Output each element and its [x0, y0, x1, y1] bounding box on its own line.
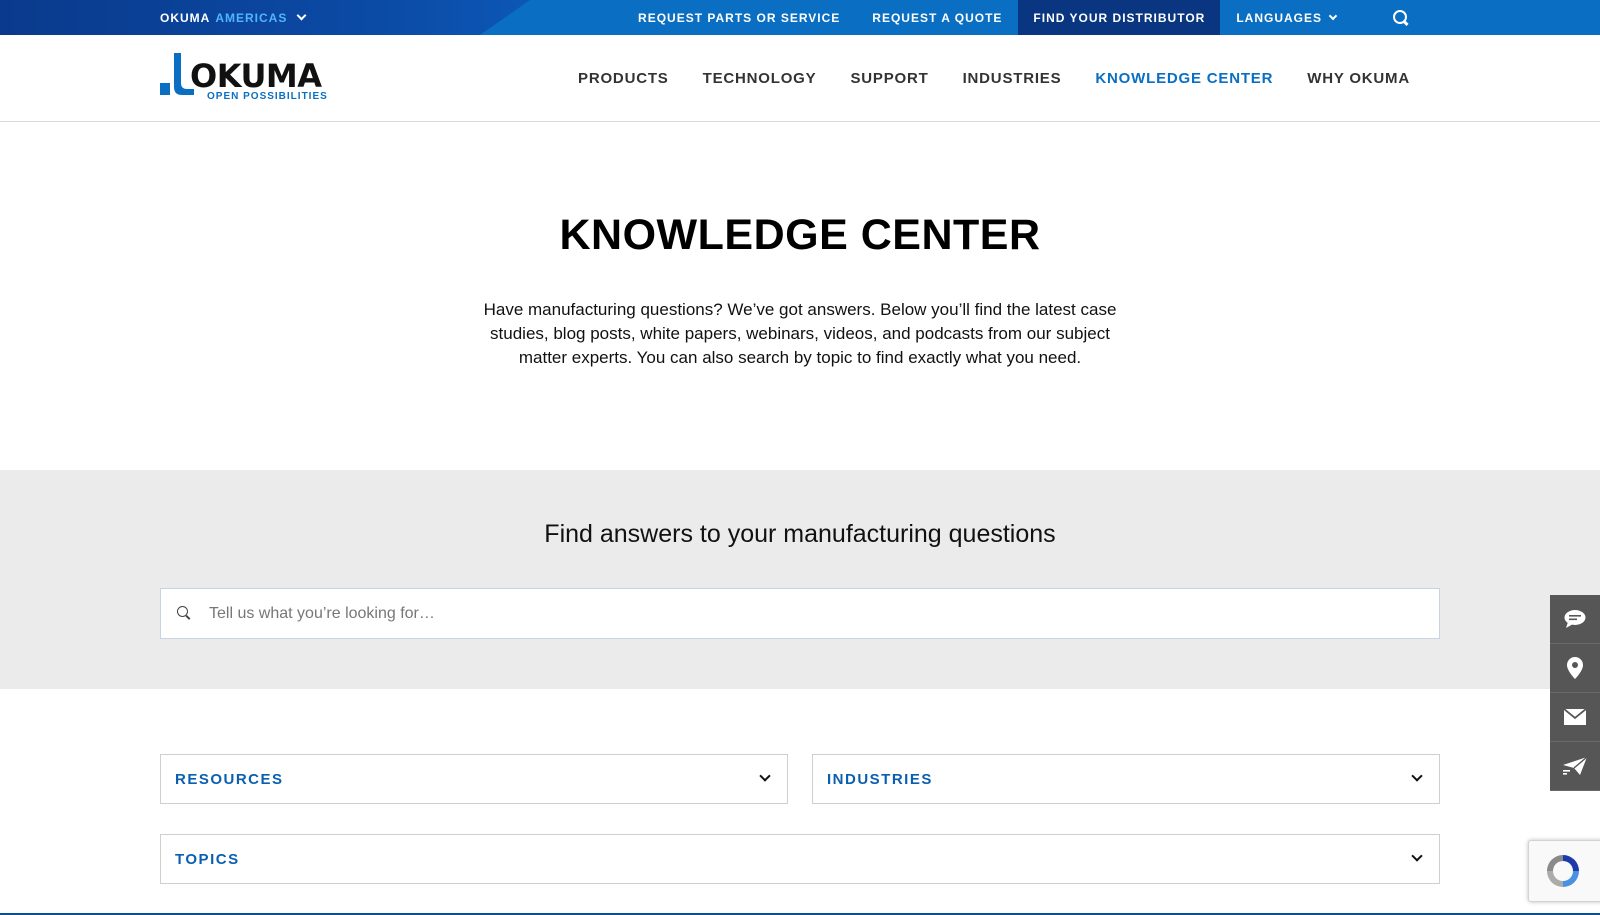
languages-label: LANGUAGES	[1236, 10, 1322, 25]
email-button[interactable]	[1550, 693, 1600, 742]
topics-filter-dropdown[interactable]: TOPICS	[160, 834, 1440, 884]
chevron-down-icon	[296, 10, 307, 21]
utility-links: REQUEST PARTS OR SERVICE REQUEST A QUOTE…	[622, 0, 1600, 35]
location-button[interactable]	[1550, 644, 1600, 693]
search-icon	[1393, 9, 1409, 26]
okuma-logo-mark-icon	[160, 53, 194, 95]
chat-button[interactable]	[1550, 595, 1600, 644]
nav-knowledge-center[interactable]: KNOWLEDGE CENTER	[1095, 70, 1273, 87]
floating-contact-bar	[1550, 595, 1600, 791]
industries-filter-label: INDUSTRIES	[827, 770, 933, 788]
page-title: KNOWLEDGE CENTER	[559, 211, 1041, 259]
nav-support[interactable]: SUPPORT	[850, 70, 928, 87]
nav-why-okuma[interactable]: WHY OKUMA	[1307, 70, 1410, 87]
chevron-down-icon	[1411, 770, 1423, 782]
site-search-button[interactable]	[1366, 0, 1436, 35]
search-heading: Find answers to your manufacturing quest…	[544, 520, 1056, 548]
chat-icon	[1564, 610, 1586, 628]
region-selector[interactable]: OKUMA AMERICAS	[160, 0, 307, 35]
knowledge-search-input[interactable]	[207, 589, 1439, 638]
languages-dropdown[interactable]: LANGUAGES	[1220, 0, 1352, 35]
region-brand: OKUMA	[160, 10, 211, 25]
utility-bar: OKUMA AMERICAS REQUEST PARTS OR SERVICE …	[0, 0, 1600, 35]
logo-wordmark: OKUMA	[190, 57, 322, 95]
main-nav: PRODUCTS TECHNOLOGY SUPPORT INDUSTRIES K…	[578, 35, 1410, 122]
logo-tagline: OPEN POSSIBILITIES	[207, 91, 328, 102]
chevron-down-icon	[1411, 850, 1423, 862]
search-icon	[176, 606, 192, 621]
recaptcha-icon	[1547, 855, 1579, 887]
request-parts-label: REQUEST PARTS OR SERVICE	[638, 10, 841, 25]
chevron-down-icon	[759, 770, 771, 782]
okuma-logo[interactable]: OKUMA OPEN POSSIBILITIES	[160, 53, 350, 103]
resources-filter-label: RESOURCES	[175, 770, 284, 788]
send-button[interactable]	[1550, 742, 1600, 791]
chevron-down-icon	[1328, 11, 1338, 20]
search-section: Find answers to your manufacturing quest…	[0, 470, 1600, 689]
request-parts-link[interactable]: REQUEST PARTS OR SERVICE	[622, 0, 856, 35]
resources-filter-dropdown[interactable]: RESOURCES	[160, 754, 788, 804]
hero-description: Have manufacturing questions? We’ve got …	[483, 300, 1117, 367]
request-quote-link[interactable]: REQUEST A QUOTE	[856, 0, 1018, 35]
recaptcha-badge[interactable]	[1528, 840, 1600, 902]
mail-icon	[1564, 709, 1586, 725]
find-distributor-label: FIND YOUR DISTRIBUTOR	[1033, 10, 1206, 25]
nav-industries[interactable]: INDUSTRIES	[963, 70, 1062, 87]
topics-filter-label: TOPICS	[175, 850, 240, 868]
region-name: AMERICAS	[215, 10, 288, 25]
nav-products[interactable]: PRODUCTS	[578, 70, 669, 87]
search-submit-button[interactable]	[161, 589, 207, 638]
location-pin-icon	[1567, 657, 1583, 679]
main-header: OKUMA OPEN POSSIBILITIES PRODUCTS TECHNO…	[0, 35, 1600, 122]
industries-filter-dropdown[interactable]: INDUSTRIES	[812, 754, 1440, 804]
send-icon	[1563, 757, 1587, 775]
find-distributor-link[interactable]: FIND YOUR DISTRIBUTOR	[1018, 0, 1221, 35]
request-quote-label: REQUEST A QUOTE	[872, 10, 1003, 25]
nav-technology[interactable]: TECHNOLOGY	[703, 70, 817, 87]
knowledge-search-box	[160, 588, 1440, 639]
hero-section: KNOWLEDGE CENTER Have manufacturing ques…	[0, 123, 1600, 470]
